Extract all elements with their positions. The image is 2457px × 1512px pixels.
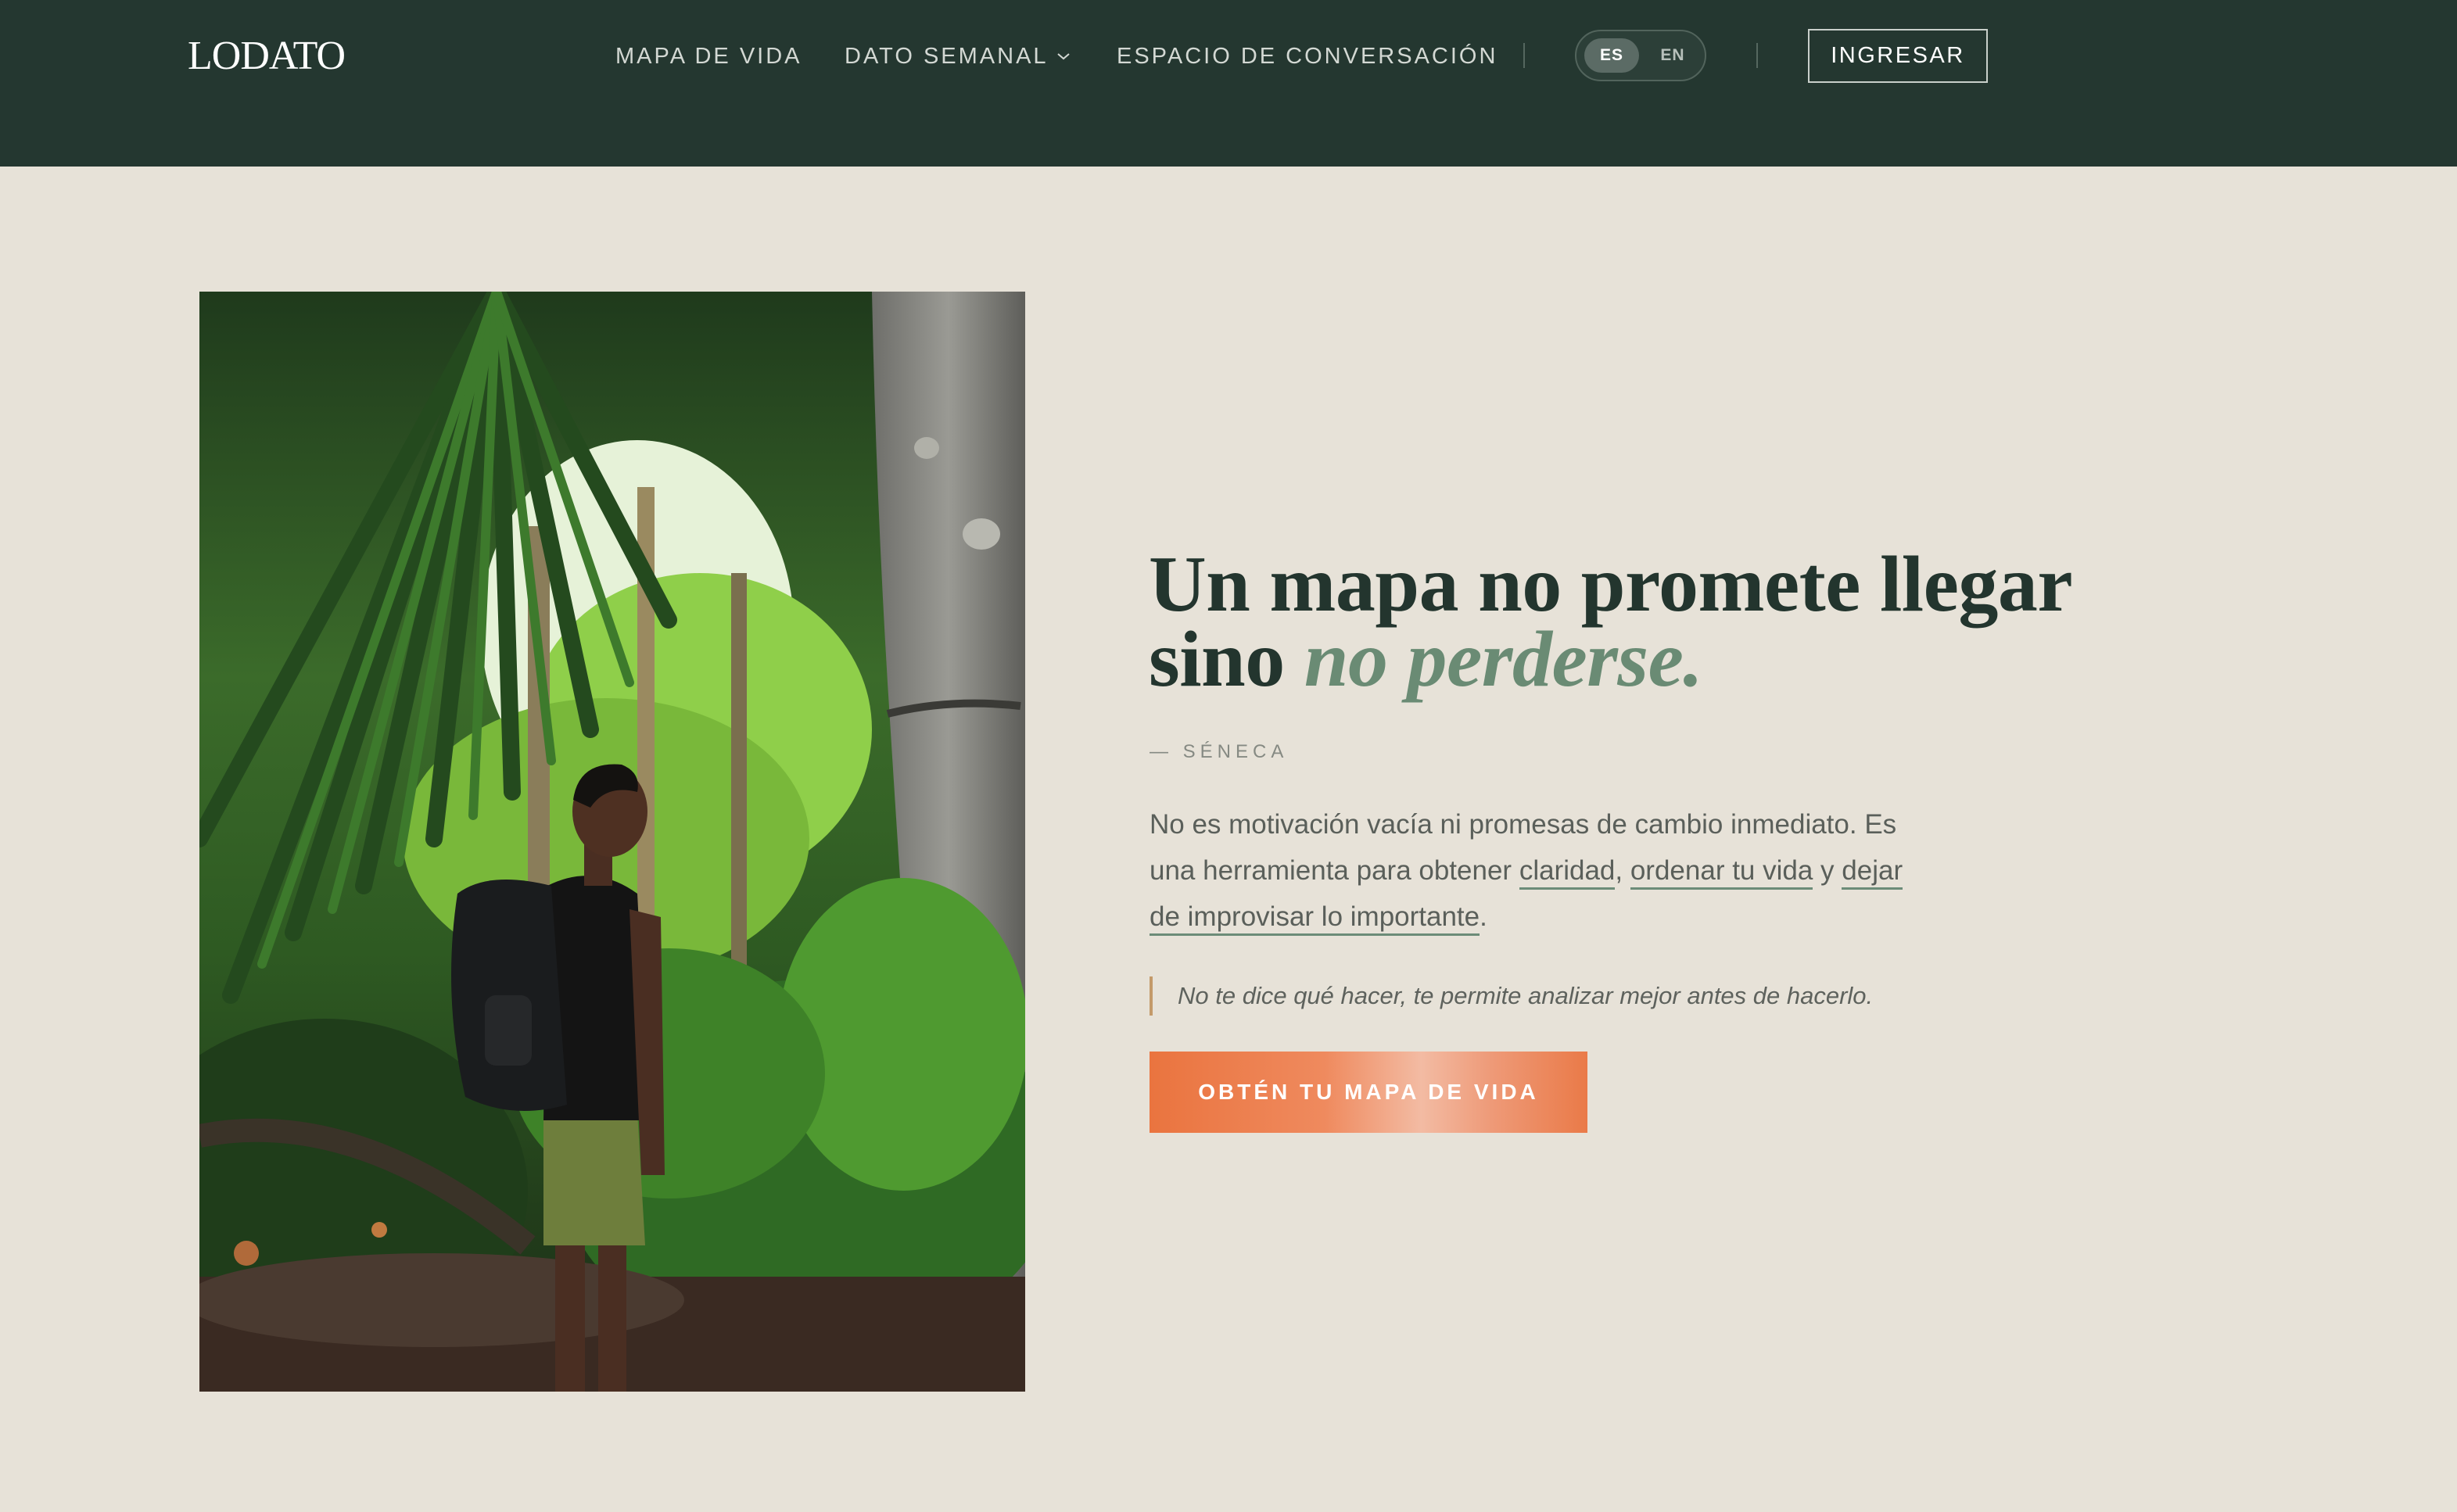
nav-espacio-de-conversacion[interactable]: ESPACIO DE CONVERSACIÓN [1117,41,1498,72]
nav-label: DATO SEMANAL [845,44,1049,69]
separator: , [1615,855,1630,886]
nav-label: ESPACIO DE CONVERSACIÓN [1117,44,1498,69]
hero-headline: Un mapa no promete llegar sino no perder… [1149,545,2087,700]
lang-option-es[interactable]: ES [1584,38,1639,73]
nav-divider [1523,43,1525,68]
separator: y [1813,855,1842,886]
description-end: . [1480,901,1487,932]
link-ordenar-tu-vida[interactable]: ordenar tu vida [1630,855,1813,890]
hero-description: No es motivación vacía ni promesas de ca… [1150,801,1939,940]
nav-mapa-de-vida[interactable]: MAPA DE VIDA [615,41,802,72]
nav-dato-semanal-dropdown[interactable]: DATO SEMANAL [845,41,1071,72]
chevron-down-icon [1056,38,1071,70]
lang-option-en[interactable]: EN [1645,38,1700,73]
quote-attribution: — SÉNECA [1150,741,1289,762]
nav-divider [1756,43,1758,68]
headline-accent: no perderse. [1304,615,1703,704]
logo[interactable]: LODATO [188,31,346,81]
login-button[interactable]: INGRESAR [1808,29,1988,83]
cta-button[interactable]: OBTÉN TU MAPA DE VIDA [1150,1052,1587,1133]
link-claridad[interactable]: claridad [1519,855,1616,890]
hero-quote: No te dice qué hacer, te permite analiza… [1150,976,2010,1016]
hero-image [199,292,1025,1392]
language-toggle[interactable]: ES EN [1575,30,1706,81]
site-header: LODATO MAPA DE VIDA DATO SEMANAL ESPACIO… [0,0,2457,167]
nav-label: MAPA DE VIDA [615,44,802,69]
